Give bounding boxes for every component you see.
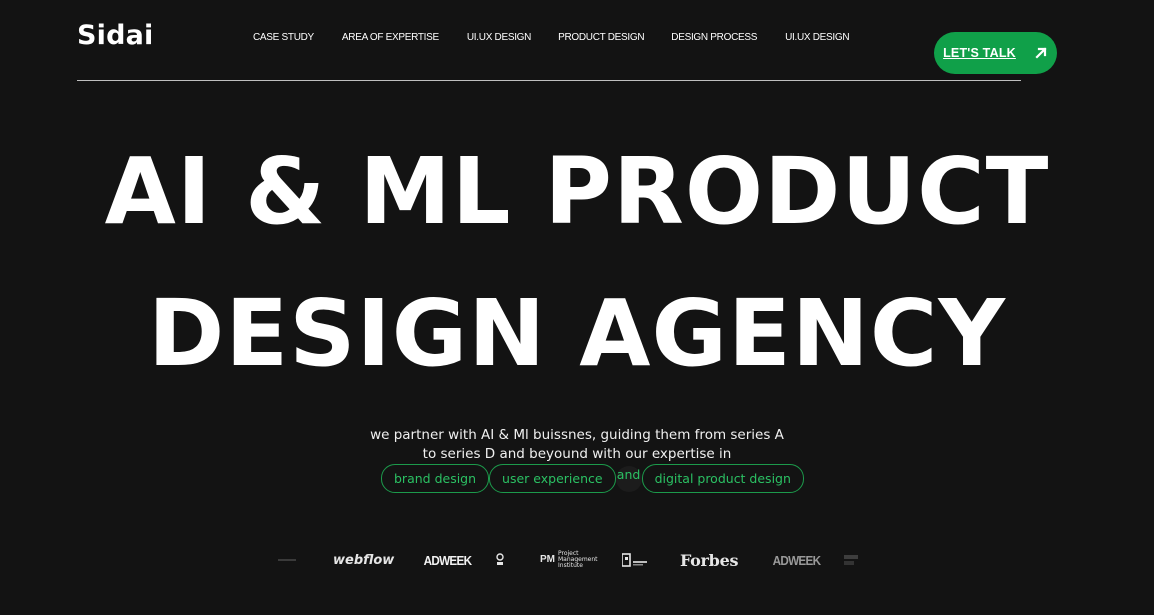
nav-item-area-of-expertise[interactable]: AREA OF EXPERTISE bbox=[342, 32, 439, 43]
tag-brand-design[interactable]: brand design bbox=[381, 464, 490, 493]
main-nav: CASE STUDY AREA OF EXPERTISE UI.UX DESIG… bbox=[253, 32, 850, 43]
nav-item-product-design[interactable]: PRODUCT DESIGN bbox=[558, 32, 644, 43]
pmi-logo: PM Project Management Institute bbox=[540, 546, 598, 574]
landing-page: Sidai CASE STUDY AREA OF EXPERTISE UI.UX… bbox=[0, 0, 1154, 615]
webflow-logo: webflow bbox=[333, 552, 395, 568]
adweek-logo: ADWEEK bbox=[423, 552, 472, 568]
arrow-up-right-icon bbox=[1035, 47, 1047, 59]
tag-connector: and bbox=[615, 466, 642, 492]
small-emblem-logo bbox=[495, 546, 505, 574]
hero-subtitle-line-2: to series D and beyound with our experti… bbox=[422, 446, 732, 462]
header-divider bbox=[77, 80, 1021, 81]
forbes-logo: Forbes bbox=[680, 550, 739, 570]
nav-item-design-process[interactable]: DESIGN PROCESS bbox=[671, 32, 757, 43]
brand-logo[interactable]: Sidai bbox=[77, 20, 154, 51]
faded-logo bbox=[278, 546, 302, 574]
pmi-mark: PM bbox=[540, 554, 555, 565]
f-emblem-logo bbox=[622, 546, 648, 574]
hero-title-line-2: DESIGN AGENCY bbox=[148, 280, 1006, 387]
hero-title-line-1: AI & ML PRODUCT bbox=[104, 138, 1050, 245]
nav-item-uiux-design-2[interactable]: UI.UX DESIGN bbox=[785, 32, 850, 43]
lets-talk-button[interactable]: LET'S TALK bbox=[934, 32, 1057, 74]
lets-talk-label: LET'S TALK bbox=[943, 46, 1016, 60]
client-logos-strip: webflow ADWEEK PM Project Management Ins… bbox=[278, 546, 868, 574]
tag-user-experience[interactable]: user experience bbox=[489, 464, 616, 493]
pmi-text-3: Institute bbox=[558, 562, 583, 569]
hero-subtitle-line-1: we partner with AI & Ml buissnes, guidin… bbox=[370, 427, 784, 443]
nav-item-uiux-design[interactable]: UI.UX DESIGN bbox=[467, 32, 532, 43]
tag-digital-product-design[interactable]: digital product design bbox=[641, 464, 804, 493]
expertise-tags: brand design user experience and digital… bbox=[381, 464, 804, 493]
faded-pmi-logo bbox=[844, 546, 860, 574]
adweek-logo-2: ADWEEK bbox=[772, 552, 821, 568]
nav-item-case-study[interactable]: CASE STUDY bbox=[253, 32, 314, 43]
